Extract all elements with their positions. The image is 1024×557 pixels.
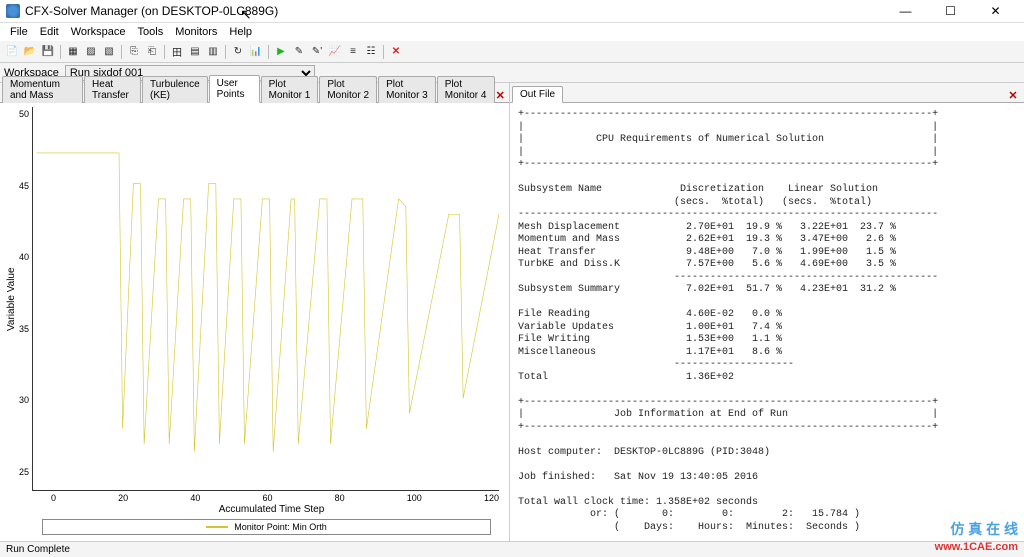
chart-legend: Monitor Point: Min Orth [42,519,491,535]
out-file-text[interactable]: +---------------------------------------… [510,103,1024,541]
tool-refresh-icon[interactable]: ↻ [230,44,246,60]
left-tab-row: Momentum and MassHeat TransferTurbulence… [0,83,509,103]
close-button[interactable]: ✕ [973,0,1018,23]
tool-edit3-icon[interactable]: ✎' [309,44,325,60]
tool-restore-icon[interactable]: ⎗ [144,44,160,60]
status-text: Run Complete [6,544,70,555]
title-bar: CFX-Solver Manager (on DESKTOP-0LC889G) … [0,0,1024,23]
tool-partition-icon[interactable]: 田 [169,44,185,60]
tool-save-icon[interactable]: 💾 [40,44,56,60]
menu-bar: File Edit Workspace Tools Monitors Help [0,23,1024,41]
right-tab-row: Out File ✕ [510,83,1024,103]
tool-interp-icon[interactable]: ▥ [205,44,221,60]
tab-plot-monitor-3[interactable]: Plot Monitor 3 [378,76,436,103]
x-ticks: 020406080100120 [4,491,499,503]
tool-start-icon[interactable]: ▶ [273,44,289,60]
menu-workspace[interactable]: Workspace [65,25,132,39]
maximize-button[interactable]: ☐ [928,0,973,23]
plot-canvas[interactable] [32,107,499,491]
tool-range-icon[interactable]: ≡ [345,44,361,60]
tool-stop-icon[interactable]: ✕ [388,44,404,60]
y-axis-label: Variable Value [4,107,19,491]
tool-monitor-icon[interactable]: 📊 [248,44,264,60]
tool-define-icon[interactable]: ▦ [65,44,81,60]
chart-area: Variable Value 504540353025 020406080100… [0,103,509,541]
tab-plot-monitor-4[interactable]: Plot Monitor 4 [437,76,495,103]
tab-momentum-and-mass[interactable]: Momentum and Mass [2,76,83,103]
y-ticks: 504540353025 [19,107,32,491]
tool-backup-icon[interactable]: ⎘ [126,44,142,60]
menu-tools[interactable]: Tools [132,25,170,39]
tab-user-points[interactable]: User Points [209,75,260,103]
tab-plot-monitor-1[interactable]: Plot Monitor 1 [261,76,319,103]
menu-help[interactable]: Help [223,25,258,39]
tab-plot-monitor-2[interactable]: Plot Monitor 2 [319,76,377,103]
menu-file[interactable]: File [4,25,34,39]
minimize-button[interactable]: — [883,0,928,23]
tool-load-icon[interactable]: ▧ [101,44,117,60]
tool-edit2-icon[interactable]: ✎ [291,44,307,60]
menu-monitors[interactable]: Monitors [169,25,223,39]
tool-edit-icon[interactable]: ▨ [83,44,99,60]
tool-solver-icon[interactable]: ▤ [187,44,203,60]
tab-out-file[interactable]: Out File [512,86,563,103]
watermark-url: www.1CAE.com [935,541,1018,553]
tool-new-icon[interactable]: 📄 [4,44,20,60]
legend-label: Monitor Point: Min Orth [234,522,327,532]
tab-turbulence-ke-[interactable]: Turbulence (KE) [142,76,208,103]
status-bar: Run Complete [0,541,1024,557]
tool-open-icon[interactable]: 📂 [22,44,38,60]
watermark-brand: 仿 真 在 线 [950,519,1018,539]
window-title: CFX-Solver Manager (on DESKTOP-0LC889G) [25,4,883,18]
tab-heat-transfer[interactable]: Heat Transfer [84,76,141,103]
tool-chart-icon[interactable]: 📈 [327,44,343,60]
tabs-close-icon[interactable]: ✕ [496,88,505,102]
outfile-close-icon[interactable]: ✕ [1006,88,1020,102]
x-axis-label: Accumulated Time Step [4,503,499,517]
toolbar: 📄 📂 💾 ▦ ▨ ▧ ⎘ ⎗ 田 ▤ ▥ ↻ 📊 ▶ ✎ ✎' 📈 ≡ ☷ ✕ [0,41,1024,63]
menu-edit[interactable]: Edit [34,25,65,39]
tool-table-icon[interactable]: ☷ [363,44,379,60]
legend-swatch [206,526,228,528]
app-icon [6,4,20,18]
